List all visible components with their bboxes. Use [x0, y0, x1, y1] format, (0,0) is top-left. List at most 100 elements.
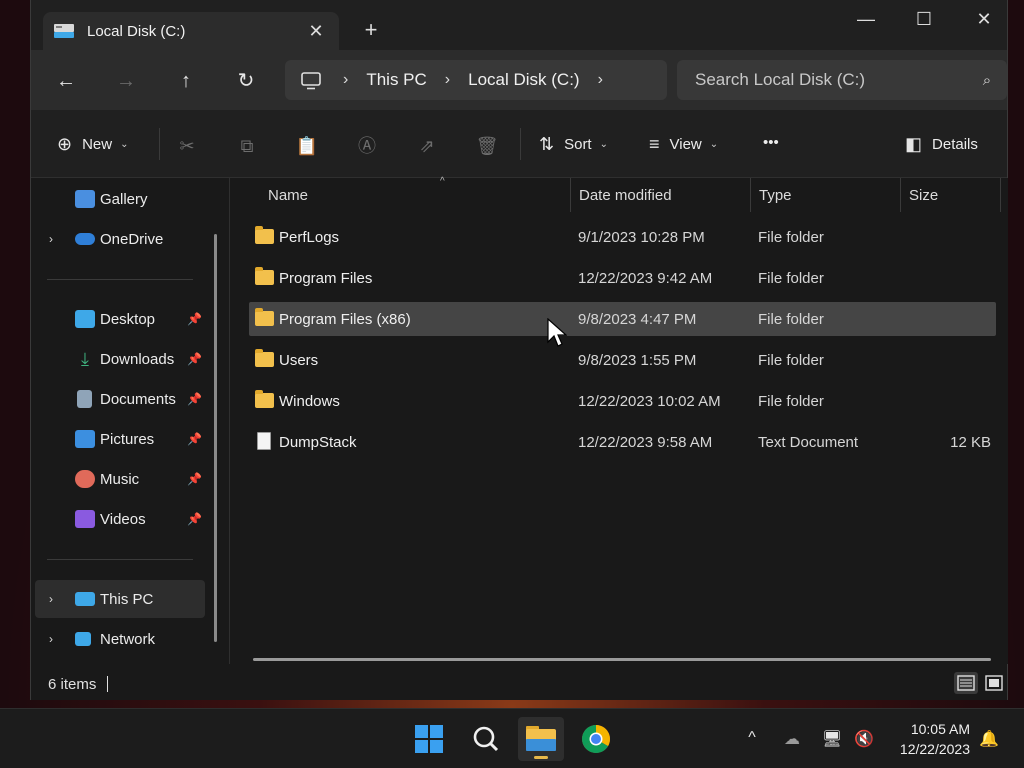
details-view-button[interactable]	[954, 672, 978, 694]
delete-icon[interactable]: 🗑	[475, 134, 499, 158]
details-button[interactable]: ◧ Details	[905, 134, 978, 155]
file-row[interactable]: DumpStack 12/22/2023 9:58 AM Text Docume…	[249, 425, 996, 459]
address-bar[interactable]: › This PC › Local Disk (C:) ›	[285, 60, 667, 100]
breadcrumb-local-disk[interactable]: Local Disk (C:)	[468, 70, 579, 90]
sidebar-item-pictures[interactable]: Pictures 📌	[35, 420, 205, 458]
paste-icon[interactable]: 📋	[295, 134, 319, 158]
file-row[interactable]: Program Files 12/22/2023 9:42 AM File fo…	[249, 261, 996, 295]
file-row[interactable]: Program Files (x86) 9/8/2023 4:47 PM Fil…	[249, 302, 996, 336]
column-header-type[interactable]: Type	[751, 178, 901, 212]
onedrive-icon	[75, 233, 95, 245]
sidebar-item-label: Documents	[100, 390, 176, 408]
view-button[interactable]: ≡ View ⌄	[649, 134, 718, 155]
file-row[interactable]: Windows 12/22/2023 10:02 AM File folder	[249, 384, 996, 418]
minimize-button[interactable]: —	[854, 8, 878, 32]
onedrive-tray-icon[interactable]: ☁	[780, 729, 804, 749]
search-input[interactable]: Search Local Disk (C:)	[695, 70, 967, 90]
sidebar-item-label: Pictures	[100, 430, 155, 448]
file-type: File folder	[758, 270, 824, 287]
up-button[interactable]: ↑	[173, 68, 199, 94]
back-button[interactable]: ←	[53, 68, 79, 94]
file-row[interactable]: Users 9/8/2023 1:55 PM File folder	[249, 343, 996, 377]
sidebar-item-label: Desktop	[100, 310, 156, 328]
taskbar: ^ ☁ 🖥 🔇 10:05 AM 12/22/2023 🔔	[0, 708, 1024, 768]
horizontal-scrollbar[interactable]	[253, 658, 991, 661]
show-hidden-icons-button[interactable]: ^	[740, 729, 764, 747]
clock[interactable]: 10:05 AM 12/22/2023	[880, 719, 970, 759]
sidebar-item-downloads[interactable]: ⤓ Downloads 📌	[35, 340, 205, 378]
share-icon[interactable]: ⇗	[415, 134, 439, 158]
start-button[interactable]	[406, 717, 452, 761]
pin-icon[interactable]: 📌	[187, 432, 202, 446]
sidebar-scrollbar[interactable]	[214, 234, 217, 642]
file-name: Program Files (x86)	[279, 311, 411, 328]
file-explorer-window: Local Disk (C:) ✕ + — ☐ ✕ ← → ↑ ↻ › This…	[30, 0, 1008, 700]
sidebar-item-gallery[interactable]: Gallery	[35, 180, 205, 218]
breadcrumb-this-pc[interactable]: This PC	[366, 70, 426, 90]
sidebar-item-network[interactable]: › Network	[35, 620, 205, 658]
chevron-right-icon[interactable]: ›	[49, 632, 53, 646]
copy-icon[interactable]: ⧉	[235, 134, 259, 158]
folder-icon	[255, 226, 274, 244]
folder-icon	[255, 308, 274, 326]
sidebar-item-this-pc[interactable]: › This PC	[35, 580, 205, 618]
pin-icon[interactable]: 📌	[187, 312, 202, 326]
close-tab-icon[interactable]: ✕	[307, 21, 325, 42]
toolbar-divider	[520, 128, 521, 160]
cut-icon[interactable]: ✂	[175, 134, 199, 158]
file-date: 9/1/2023 10:28 PM	[578, 229, 705, 246]
clock-time: 10:05 AM	[910, 721, 970, 737]
file-row[interactable]: PerfLogs 9/1/2023 10:28 PM File folder	[249, 220, 996, 254]
breadcrumb-separator[interactable]: ›	[343, 71, 348, 89]
rename-icon[interactable]: Ⓐ	[355, 134, 379, 158]
column-label: Name	[268, 186, 309, 204]
sidebar-item-onedrive[interactable]: › OneDrive	[35, 220, 205, 258]
file-type: File folder	[758, 393, 824, 410]
close-window-button[interactable]: ✕	[972, 8, 996, 32]
volume-muted-icon[interactable]: 🔇	[852, 729, 876, 749]
pin-icon[interactable]: 📌	[187, 472, 202, 486]
sidebar-item-documents[interactable]: Documents 📌	[35, 380, 205, 418]
file-type: File folder	[758, 352, 824, 369]
sort-button[interactable]: ⇅ Sort ⌄	[539, 134, 608, 155]
sidebar-item-videos[interactable]: Videos 📌	[35, 500, 205, 538]
active-indicator	[534, 756, 548, 759]
breadcrumb-separator[interactable]: ›	[445, 71, 450, 89]
windows-logo-icon	[415, 725, 443, 753]
sidebar-item-desktop[interactable]: Desktop 📌	[35, 300, 205, 338]
forward-button[interactable]: →	[113, 68, 139, 94]
breadcrumb-separator[interactable]: ›	[598, 71, 603, 89]
sidebar-item-label: OneDrive	[100, 230, 164, 248]
search-taskbar-button[interactable]	[463, 717, 509, 761]
maximize-button[interactable]: ☐	[912, 8, 936, 32]
file-name: Windows	[279, 393, 340, 410]
new-tab-button[interactable]: +	[361, 18, 381, 42]
chevron-right-icon[interactable]: ›	[49, 592, 53, 606]
pin-icon[interactable]: 📌	[187, 352, 202, 366]
column-header-date[interactable]: Date modified	[571, 178, 751, 212]
videos-icon	[75, 510, 95, 528]
file-type: File folder	[758, 311, 824, 328]
file-explorer-taskbar-button[interactable]	[518, 717, 564, 761]
column-header-size[interactable]: Size	[901, 178, 1001, 212]
refresh-button[interactable]: ↻	[233, 68, 259, 94]
more-options-button[interactable]: •••	[763, 134, 779, 151]
chrome-taskbar-button[interactable]	[573, 717, 619, 761]
new-button[interactable]: ⊕ New ⌄	[57, 134, 129, 155]
tab-local-disk[interactable]: Local Disk (C:) ✕	[43, 12, 339, 50]
sidebar-item-label: Videos	[100, 510, 146, 528]
search-icon	[473, 726, 499, 752]
file-type: File folder	[758, 229, 824, 246]
tiles-view-button[interactable]	[982, 672, 1006, 694]
pin-icon[interactable]: 📌	[187, 512, 202, 526]
column-header-name[interactable]: Name ^	[260, 176, 571, 212]
chevron-right-icon[interactable]: ›	[49, 232, 53, 246]
search-box[interactable]: Search Local Disk (C:) ⌕	[677, 60, 1007, 100]
new-label: New	[82, 136, 113, 153]
notification-bell-icon[interactable]: 🔔	[977, 729, 1001, 749]
sidebar-item-music[interactable]: Music 📌	[35, 460, 205, 498]
sidebar-item-label: Music	[100, 470, 140, 488]
navigation-bar: ← → ↑ ↻ › This PC › Local Disk (C:) › Se…	[31, 50, 1007, 110]
pin-icon[interactable]: 📌	[187, 392, 202, 406]
network-tray-icon[interactable]: 🖥	[820, 729, 844, 749]
